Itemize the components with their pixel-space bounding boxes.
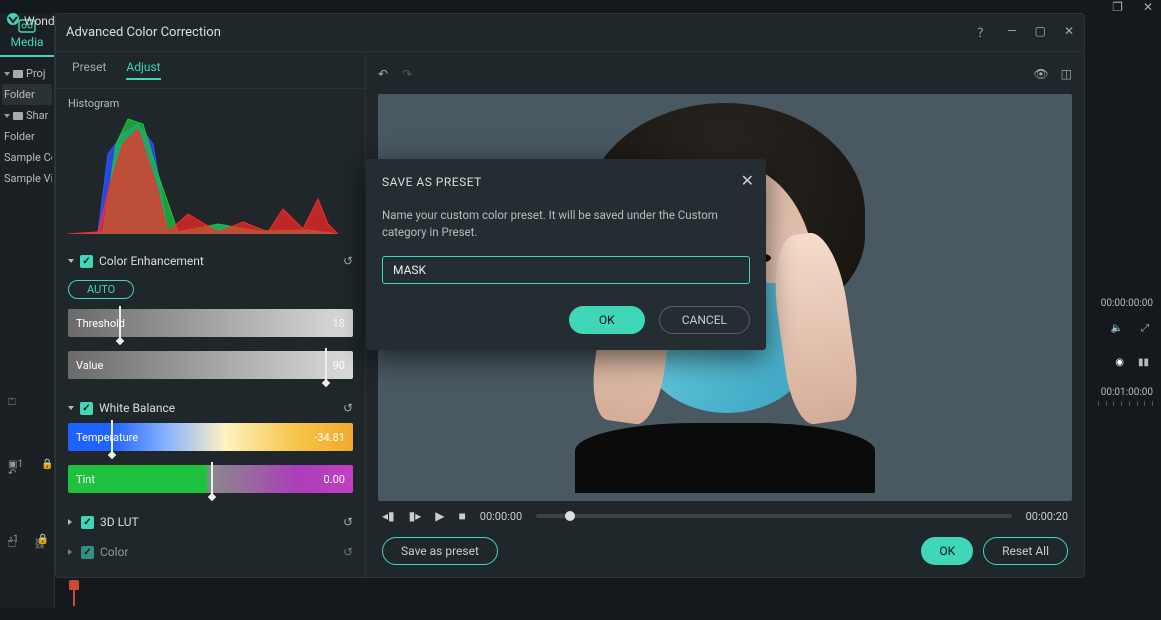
next-frame-icon[interactable]: ▮▸: [409, 509, 422, 523]
reset-all-button[interactable]: Reset All: [983, 537, 1068, 565]
compare-icon[interactable]: 👁: [1033, 67, 1048, 81]
color-correction-window: Advanced Color Correction ？ — ▢ ✕ Preset…: [55, 13, 1085, 578]
reset-icon[interactable]: ↺: [343, 401, 353, 415]
tree-item[interactable]: Folder: [2, 126, 52, 147]
restore-icon[interactable]: ❐: [1112, 0, 1123, 14]
dialog-close-icon[interactable]: ✕: [741, 171, 754, 190]
preset-name-input[interactable]: [382, 256, 750, 284]
dialog-title: SAVE AS PRESET: [382, 175, 750, 189]
current-time: 00:00:00: [480, 510, 522, 523]
timeline-track-badges: ⏍ ↶ ⏍⛓: [8, 397, 46, 550]
tree-item[interactable]: Sample Co: [2, 147, 52, 168]
stop-icon[interactable]: ■: [459, 509, 466, 523]
tree-item[interactable]: Folder: [2, 84, 52, 105]
value-slider[interactable]: Value 90: [68, 351, 353, 379]
auto-button[interactable]: AUTO: [68, 280, 134, 299]
dialog-description: Name your custom color preset. It will b…: [382, 207, 750, 242]
checkbox-icon[interactable]: ✓: [81, 546, 94, 559]
video-track-badge: ▣1🔒: [8, 459, 54, 470]
audio-track-badge: ♪1🔒: [8, 534, 49, 545]
add-track-icon[interactable]: ⏍: [8, 397, 16, 408]
ruler-ticks: [1098, 401, 1153, 409]
playhead[interactable]: [73, 580, 1083, 606]
timeline-timecode: 00:00:00:00: [1101, 298, 1153, 309]
lock-icon[interactable]: 🔒: [37, 534, 49, 545]
redo-icon[interactable]: ↷: [402, 67, 412, 81]
split-view-icon[interactable]: ◫: [1061, 67, 1072, 81]
adjust-panel: Preset Adjust Histogram ✓ Color Enhancem…: [56, 52, 366, 577]
checkbox-icon[interactable]: ✓: [80, 402, 93, 415]
lock-icon[interactable]: 🔒: [41, 459, 53, 470]
help-icon[interactable]: ？: [977, 24, 989, 41]
ok-button[interactable]: OK: [921, 537, 973, 565]
app-titlebar: ❐ ✕: [0, 0, 1161, 13]
project-tree: Proj Folder Shar Folder Sample Co Sample…: [0, 57, 54, 195]
histogram-label: Histogram: [68, 97, 353, 110]
undo-icon[interactable]: ↶: [378, 67, 388, 81]
reset-icon[interactable]: ↺: [343, 515, 353, 529]
histogram: [68, 114, 338, 234]
close-icon[interactable]: ✕: [1064, 24, 1074, 41]
section-color[interactable]: ✓ Color ↺: [68, 537, 353, 567]
media-tab-label: Media: [10, 35, 43, 49]
prev-frame-icon[interactable]: ◂▮: [382, 509, 395, 523]
threshold-slider[interactable]: Threshold 18: [68, 309, 353, 337]
cc-titlebar: Advanced Color Correction ？ — ▢ ✕: [56, 14, 1084, 52]
record-icon[interactable]: ◉: [1115, 357, 1124, 368]
minimize-icon[interactable]: —: [1007, 24, 1016, 41]
tree-item[interactable]: Sample Vid: [2, 168, 52, 189]
tab-adjust[interactable]: Adjust: [126, 60, 160, 80]
save-preset-button[interactable]: Save as preset: [382, 537, 498, 565]
timeline-strip: 00:00:00:00 🔈 ⤢ ◉ ▮▮ 00:01:00:00: [1085, 13, 1161, 608]
reset-icon[interactable]: ↺: [343, 545, 353, 559]
transport-bar: ◂▮ ▮▸ ▶ ■ 00:00:00 00:00:20: [378, 501, 1072, 525]
pause-icon[interactable]: ▮▮: [1138, 357, 1149, 368]
dialog-cancel-button[interactable]: CANCEL: [659, 306, 750, 334]
ruler-label: 00:01:00:00: [1101, 387, 1153, 398]
maximize-icon[interactable]: ▢: [1035, 24, 1046, 41]
total-time: 00:00:20: [1026, 510, 1068, 523]
section-white-balance[interactable]: ✓ White Balance ↺: [68, 393, 353, 423]
play-icon[interactable]: ▶: [435, 509, 444, 523]
app-name: Wond: [24, 14, 55, 28]
volume-icon[interactable]: 🔈: [1111, 323, 1123, 334]
temperature-slider[interactable]: Temperature -34.81: [68, 423, 353, 451]
section-3d-lut[interactable]: ✓ 3D LUT ↺: [68, 507, 353, 537]
app-logo-icon: [6, 12, 20, 29]
progress-bar[interactable]: [536, 514, 1011, 518]
save-preset-dialog: SAVE AS PRESET ✕ Name your custom color …: [366, 159, 766, 350]
tree-item[interactable]: Proj: [2, 63, 52, 84]
checkbox-icon[interactable]: ✓: [80, 255, 93, 268]
tree-item[interactable]: Shar: [2, 105, 52, 126]
reset-icon[interactable]: ↺: [343, 254, 353, 268]
app-close-icon[interactable]: ✕: [1143, 0, 1153, 14]
cc-title: Advanced Color Correction: [66, 25, 221, 40]
checkbox-icon[interactable]: ✓: [81, 516, 94, 529]
section-color-enhancement[interactable]: ✓ Color Enhancement ↺: [68, 246, 353, 276]
tab-preset[interactable]: Preset: [72, 60, 106, 80]
fullscreen-icon[interactable]: ⤢: [1141, 323, 1149, 334]
dialog-ok-button[interactable]: OK: [569, 306, 645, 334]
tint-slider[interactable]: Tint 0.00: [68, 465, 353, 493]
